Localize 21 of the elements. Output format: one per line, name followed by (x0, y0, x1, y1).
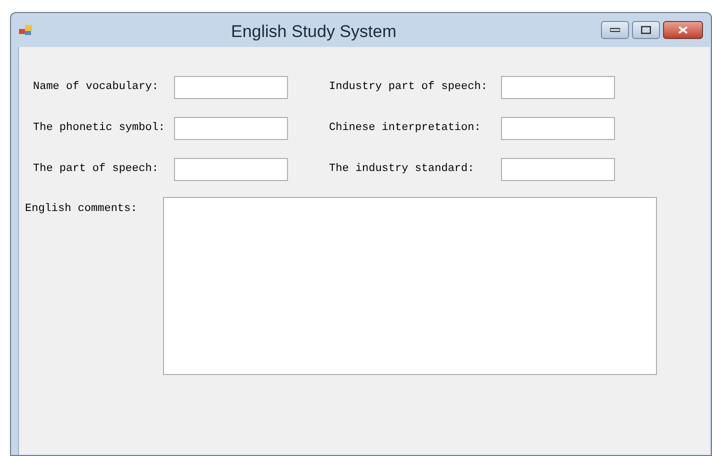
text-input[interactable] (501, 158, 615, 181)
field-label: The phonetic symbol: (32, 121, 166, 136)
maximize-button[interactable] (632, 21, 660, 39)
minimize-icon (610, 28, 620, 32)
field-label: Industry part of speech: (328, 80, 488, 96)
text-input[interactable] (174, 158, 288, 181)
minimize-button[interactable] (601, 21, 629, 39)
close-icon (678, 26, 688, 34)
window-title: English Study System (231, 21, 396, 43)
text-input[interactable] (174, 117, 288, 140)
field-label: Name of vocabulary: (32, 80, 160, 96)
text-input[interactable] (501, 76, 615, 99)
field-label: The part of speech: (32, 162, 160, 178)
maximize-icon (641, 26, 651, 34)
text-input[interactable] (174, 76, 288, 99)
text-input[interactable] (501, 117, 615, 140)
field-label: English comments: (25, 202, 138, 215)
close-button[interactable] (663, 21, 703, 39)
field-label: Chinese interpretation: (328, 121, 482, 136)
field-label: The industry standard: (328, 162, 476, 178)
app-icon (19, 24, 33, 36)
